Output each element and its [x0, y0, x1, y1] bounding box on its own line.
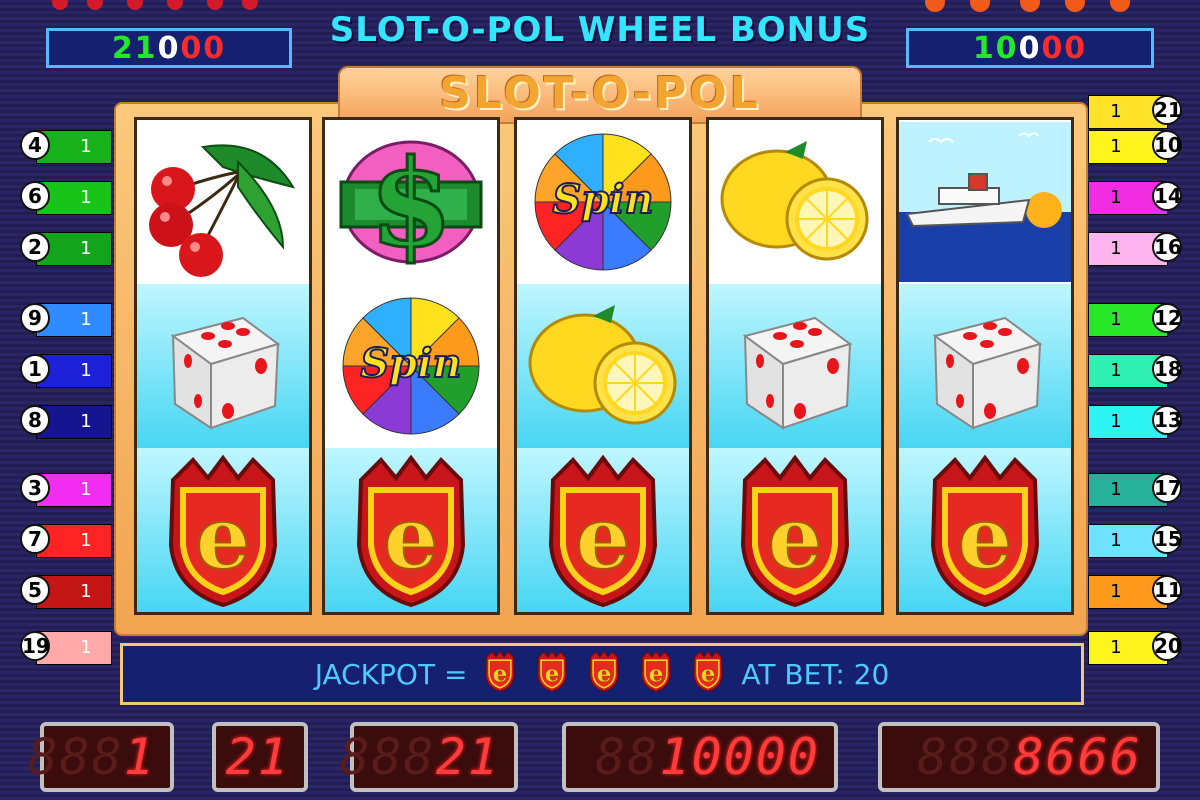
dice-icon: [899, 284, 1071, 448]
payout-digits-white: 0: [157, 30, 181, 66]
payline-number: 1: [20, 354, 50, 384]
counter-unlit-digits: 888: [917, 728, 1014, 786]
svg-text:e: e: [649, 659, 664, 687]
right-payout-display: 10 0 00: [906, 28, 1154, 68]
counter-value: 1: [123, 728, 156, 786]
payline-number: 11: [1152, 575, 1182, 605]
payline-number: 4: [20, 130, 50, 160]
cherry-row-icon: [52, 0, 258, 10]
payline-number: 14: [1152, 181, 1182, 211]
svg-text:$: $: [369, 133, 453, 274]
reel-5: e: [896, 117, 1074, 615]
payline-number: 15: [1152, 524, 1182, 554]
dice-icon: [709, 284, 881, 448]
payline-number: 17: [1152, 473, 1182, 503]
reel-3: Spin e: [514, 117, 692, 615]
svg-text:e: e: [493, 659, 508, 687]
bet-per-line-counter: 21: [212, 722, 308, 792]
reel-1: e: [134, 117, 312, 615]
e-shield-icon: e: [689, 649, 727, 700]
lemon-icon: [517, 284, 689, 448]
counter-unlit-digits: 888: [27, 728, 124, 786]
cherries-icon: [137, 120, 309, 284]
counter-unlit-digits: 88: [595, 728, 660, 786]
payout-digits-green: 21: [111, 30, 158, 66]
payout-digits-white: 0: [1018, 30, 1042, 66]
counter-value: 21: [435, 728, 500, 786]
jackpot-bet-text: AT BET: 20: [741, 657, 890, 691]
bonus-title: SLOT-O-POL WHEEL BONUS: [329, 10, 871, 50]
payout-digits-red: 00: [1041, 30, 1088, 66]
payline-number: 16: [1152, 232, 1182, 262]
e-shield-icon: e: [481, 649, 519, 700]
spin-wheel-icon: Spin: [517, 120, 689, 284]
svg-text:e: e: [384, 488, 439, 589]
lines-counter: 888 1: [28, 722, 174, 792]
payline-number: 9: [20, 303, 50, 333]
win-counter: 888 8666: [878, 722, 1160, 792]
jackpot-label: JACKPOT =: [314, 657, 468, 691]
payline-number: 20: [1152, 631, 1182, 661]
e-shield-icon: e: [709, 448, 881, 612]
svg-text:Spin: Spin: [552, 176, 653, 223]
payline-number: 3: [20, 473, 50, 503]
svg-text:Spin: Spin: [360, 340, 461, 387]
counter-unlit-digits: 888: [339, 728, 436, 786]
credit-counter: 88 10000: [562, 722, 838, 792]
e-shield-icon: e: [533, 649, 571, 700]
payout-digits-red: 00: [180, 30, 227, 66]
e-shield-icon: e: [585, 649, 623, 700]
svg-text:e: e: [545, 659, 560, 687]
lemon-icon: [709, 120, 881, 284]
total-bet-counter: 888 21: [339, 722, 518, 792]
game-logo: SLOT-O-POL: [338, 66, 862, 124]
spin-wheel-icon: Spin: [325, 284, 497, 448]
left-payout-display: 21 0 00: [46, 28, 292, 68]
payline-number: 13: [1152, 405, 1182, 435]
svg-text:e: e: [958, 488, 1013, 589]
payline-number: 18: [1152, 354, 1182, 384]
svg-text:e: e: [701, 659, 716, 687]
e-shield-icon: e: [637, 649, 675, 700]
dollar-icon: $: [325, 120, 497, 284]
jackpot-banner: JACKPOT = e e e e e AT BET: 20: [120, 643, 1084, 705]
payline-number: 7: [20, 524, 50, 554]
svg-text:e: e: [196, 488, 251, 589]
payline-number: 10: [1152, 130, 1182, 160]
ship-icon: [899, 120, 1071, 284]
e-shield-icon: e: [137, 448, 309, 612]
reel-4: e: [706, 117, 884, 615]
payline-number: 6: [20, 181, 50, 211]
payline-number: 12: [1152, 303, 1182, 333]
e-shield-icon: e: [899, 448, 1071, 612]
payout-digits-green: 10: [972, 30, 1019, 66]
svg-text:e: e: [576, 488, 631, 589]
counter-value: 10000: [659, 728, 820, 786]
e-shield-icon: e: [517, 448, 689, 612]
payline-number: 8: [20, 405, 50, 435]
payline-number: 19: [20, 631, 50, 661]
counter-value: 8666: [1013, 728, 1142, 786]
counter-value: 21: [225, 728, 290, 786]
payline-number: 21: [1152, 95, 1182, 125]
e-shield-icon: e: [325, 448, 497, 612]
reel-2: $ Spin e: [322, 117, 500, 615]
svg-text:e: e: [597, 659, 612, 687]
jackpot-icons: e e e e e: [481, 649, 727, 700]
dice-icon: [137, 284, 309, 448]
payline-number: 2: [20, 232, 50, 262]
e-shield-row-icon: [925, 0, 1130, 12]
payline-number: 5: [20, 575, 50, 605]
svg-text:e: e: [768, 488, 823, 589]
